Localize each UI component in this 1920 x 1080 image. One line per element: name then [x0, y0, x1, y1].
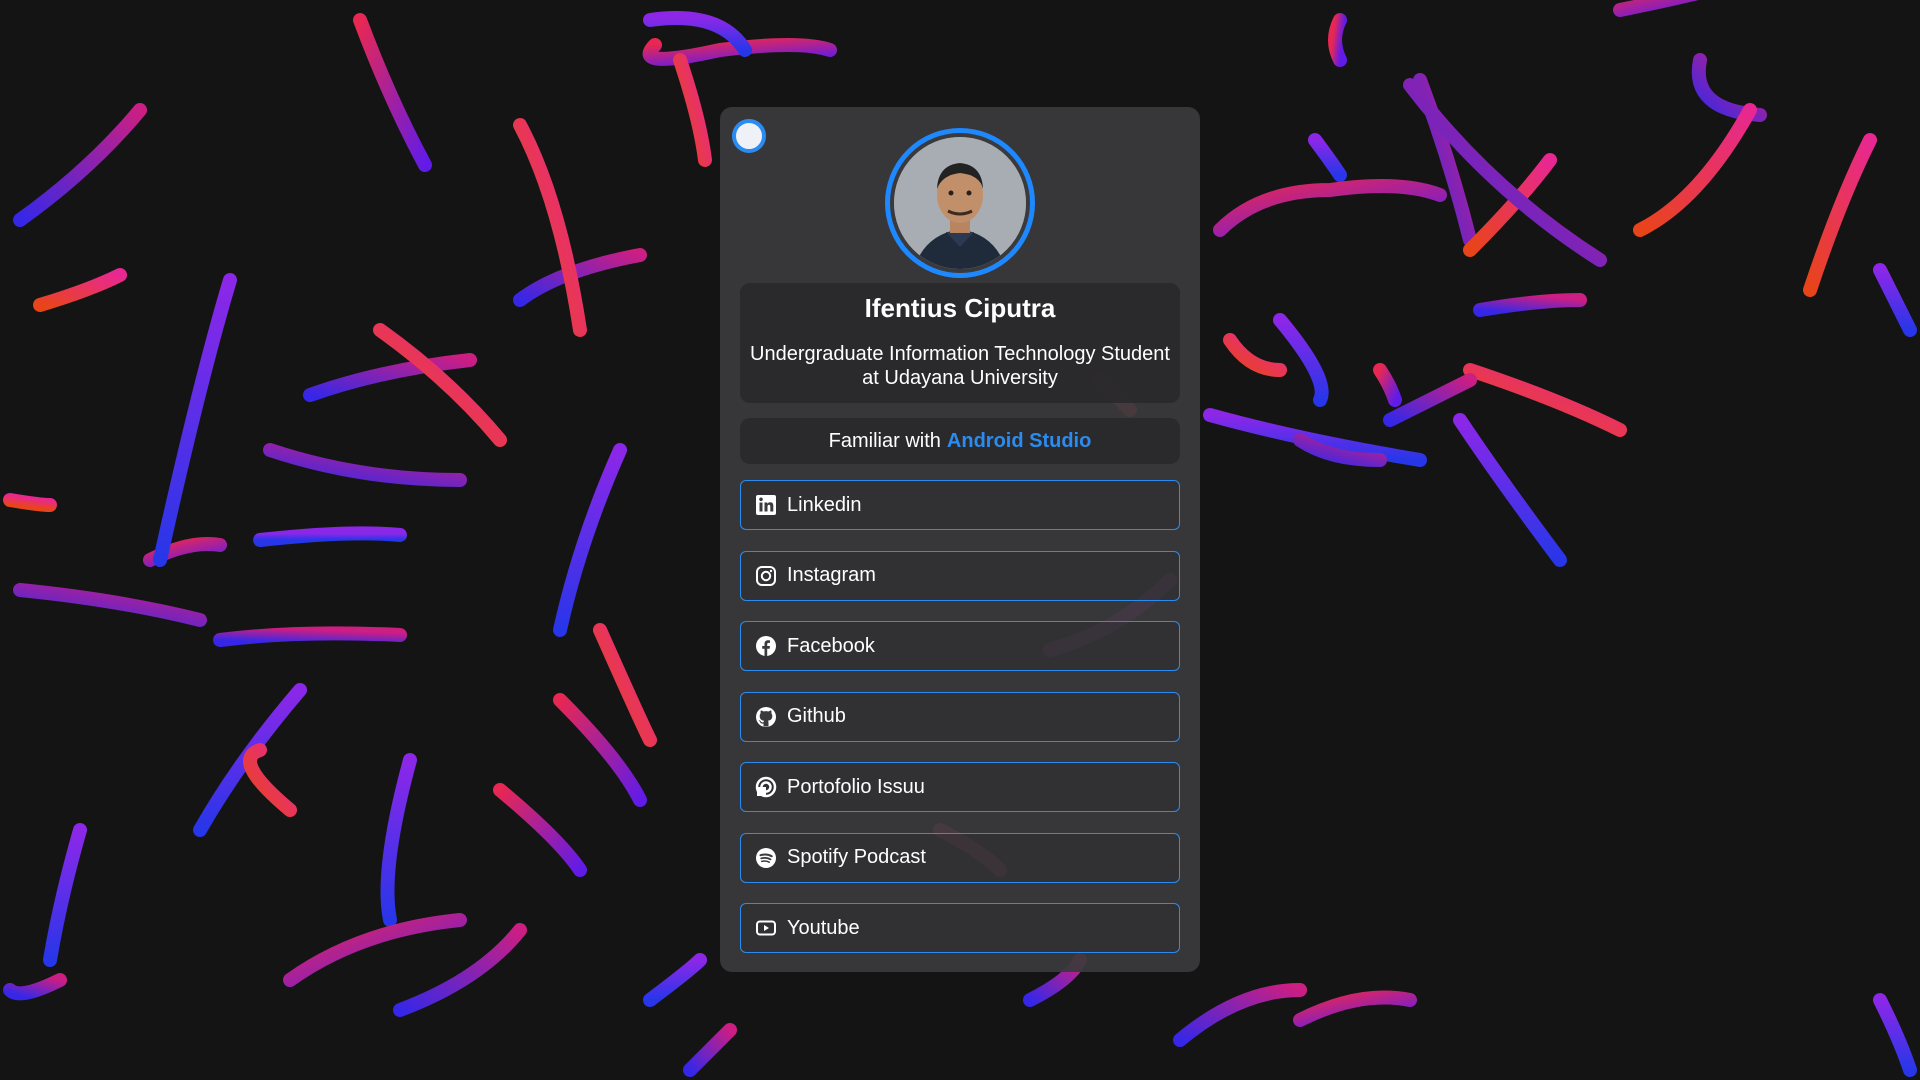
profile-card: Ifentius Ciputra Undergraduate Informati…: [720, 107, 1200, 972]
linkedin-link-button[interactable]: Linkedin: [740, 480, 1180, 530]
link-label: Instagram: [787, 564, 876, 586]
github-icon: [755, 706, 777, 728]
spotify-link-button[interactable]: Spotify Podcast: [740, 832, 1180, 883]
person-photo-icon: [894, 137, 1026, 269]
profile-photo: [894, 137, 1026, 269]
instagram-link-button[interactable]: Instagram: [740, 550, 1180, 601]
bio-panel: Ifentius Ciputra Undergraduate Informati…: [740, 283, 1180, 403]
youtube-link-button[interactable]: Youtube: [740, 903, 1180, 953]
skill-panel: Familiar with Android Studio: [740, 418, 1180, 464]
facebook-icon: [755, 635, 777, 657]
linkedin-icon: [755, 494, 777, 516]
link-label: Linkedin: [787, 493, 862, 516]
spotify-icon: [755, 847, 777, 869]
link-label: Spotify Podcast: [787, 846, 926, 868]
skill-prefix: Familiar with: [828, 429, 941, 452]
link-label: Portofolio Issuu: [787, 775, 925, 798]
youtube-icon: [755, 917, 777, 939]
issuu-icon: [755, 776, 777, 798]
issuu-link-button[interactable]: Portofolio Issuu: [740, 762, 1180, 812]
link-list: Linkedin Instagram Facebook Github Porto…: [740, 480, 1180, 974]
profile-description: Undergraduate Information Technology Stu…: [750, 343, 1170, 389]
profile-name: Ifentius Ciputra: [864, 293, 1056, 323]
facebook-link-button[interactable]: Facebook: [740, 621, 1180, 671]
link-label: Github: [787, 705, 846, 727]
github-link-button[interactable]: Github: [740, 691, 1180, 742]
skill-highlight: Android Studio: [946, 429, 1092, 452]
link-label: Facebook: [787, 634, 875, 657]
instagram-icon: [755, 565, 777, 587]
theme-toggle-button[interactable]: [732, 119, 766, 153]
avatar: [885, 128, 1035, 278]
link-label: Youtube: [787, 916, 860, 939]
